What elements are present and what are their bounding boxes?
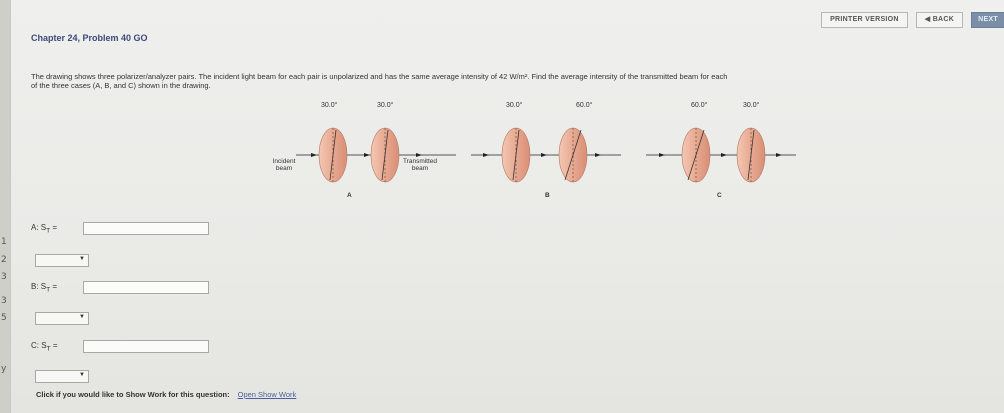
- back-button[interactable]: ◀ BACK: [915, 12, 964, 28]
- chevron-down-icon: ▼: [79, 372, 85, 378]
- incident-beam-label: Incident beam: [272, 158, 296, 172]
- polarizer-diagram: [296, 127, 796, 183]
- problem-text-line-1: The drawing shows three polarizer/analyz…: [31, 72, 728, 81]
- answer-b-input[interactable]: [83, 281, 209, 294]
- case-c-angle-1: 60.0°: [691, 102, 708, 109]
- answer-c-row: C: ST =: [31, 340, 209, 353]
- next-button[interactable]: NEXT: [971, 12, 1004, 28]
- answer-c-input[interactable]: [83, 340, 209, 353]
- answer-a-units-select[interactable]: ▼: [35, 254, 89, 267]
- problem-page: PRINTER VERSION ◀ BACK NEXT Chapter 24, …: [10, 0, 1004, 413]
- answer-c-units-select[interactable]: ▼: [35, 370, 89, 383]
- case-a-letter: A: [347, 192, 352, 199]
- answer-b-units-select[interactable]: ▼: [35, 312, 89, 325]
- answer-c-label: C: ST =: [31, 340, 58, 353]
- printer-version-button[interactable]: PRINTER VERSION: [821, 12, 908, 28]
- case-c-angle-2: 30.0°: [743, 102, 760, 109]
- answer-a-input[interactable]: [83, 222, 209, 235]
- problem-text-line-2: of the three cases (A, B, and C) shown i…: [31, 81, 211, 90]
- polarizer-figure: 30.0° 30.0° 30.0° 60.0° 60.0° 30.0° Inci…: [251, 98, 811, 203]
- case-c-letter: C: [717, 192, 722, 199]
- open-show-work-link[interactable]: Open Show Work: [238, 390, 297, 399]
- chevron-down-icon: ▼: [79, 314, 85, 320]
- answer-a-row: A: ST =: [31, 222, 209, 235]
- case-b-angle-2: 60.0°: [576, 102, 593, 109]
- show-work-text: Click if you would like to Show Work for…: [36, 390, 230, 399]
- case-a-diagram: [296, 127, 456, 183]
- answer-b-label: B: ST =: [31, 281, 58, 294]
- case-b-angle-1: 30.0°: [506, 102, 523, 109]
- case-c-diagram: [646, 127, 796, 183]
- show-work-prompt: Click if you would like to Show Work for…: [36, 390, 296, 399]
- left-gutter: 1 2 3 3 5 y: [0, 0, 10, 413]
- problem-text: The drawing shows three polarizer/analyz…: [31, 72, 1001, 90]
- answer-a-label: A: ST =: [31, 222, 58, 235]
- case-b-letter: B: [545, 192, 550, 199]
- case-a-angle-1: 30.0°: [321, 102, 338, 109]
- case-b-diagram: [471, 127, 621, 183]
- page-title: Chapter 24, Problem 40 GO: [31, 33, 148, 43]
- transmitted-beam-label: Transmitted beam: [402, 158, 438, 172]
- chevron-down-icon: ▼: [79, 256, 85, 262]
- answer-b-row: B: ST =: [31, 281, 209, 294]
- toolbar: PRINTER VERSION ◀ BACK NEXT: [821, 12, 1004, 28]
- case-a-angle-2: 30.0°: [377, 102, 394, 109]
